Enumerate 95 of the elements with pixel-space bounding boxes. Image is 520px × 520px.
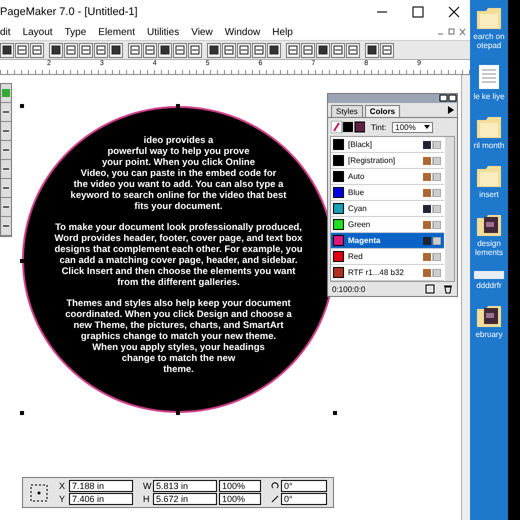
toolbar-button[interactable] [316, 42, 330, 58]
toolbar-button[interactable] [346, 42, 360, 58]
color-row[interactable]: [Black] [331, 137, 444, 153]
palette-tab[interactable]: Colors [364, 105, 400, 117]
height-scale-field[interactable]: 100% [219, 493, 261, 505]
color-row[interactable]: Auto [331, 169, 444, 185]
y-field[interactable]: 7.406 in [69, 493, 133, 505]
toolbar-button[interactable] [30, 42, 44, 58]
height-field[interactable]: 5.672 in [153, 493, 217, 505]
menu-item[interactable]: Utilities [146, 26, 180, 38]
w-label: W [143, 481, 151, 491]
toolbar-button[interactable] [188, 42, 202, 58]
tint-label: Tint: [371, 122, 386, 132]
toolbar-button[interactable] [15, 42, 29, 58]
toolbar-button[interactable] [94, 42, 108, 58]
toolbar-button[interactable] [109, 42, 123, 58]
list-scrollbar[interactable] [445, 137, 454, 281]
desktop-icon-label[interactable]: earch on otepad [471, 32, 507, 50]
skew-icon [271, 495, 279, 503]
y-label: Y [59, 494, 66, 504]
selection-handle[interactable] [20, 104, 24, 108]
menu-item[interactable]: Type [64, 26, 86, 38]
toolbar-button[interactable] [49, 42, 63, 58]
document-icon[interactable] [478, 64, 500, 90]
proxy-icon[interactable] [29, 482, 49, 502]
color-row[interactable]: [Registration] [331, 153, 444, 169]
color-row[interactable]: Cyan [331, 201, 444, 217]
toolbar-button[interactable] [365, 42, 379, 58]
selection-handle[interactable] [20, 411, 24, 415]
menu-item[interactable]: Element [98, 26, 135, 38]
desktop-icon-label[interactable]: le ke liye [471, 92, 507, 101]
color-row[interactable]: Red [331, 249, 444, 265]
menu-item[interactable]: dit [0, 26, 11, 38]
width-scale-field[interactable]: 100% [219, 480, 261, 492]
toolbar-button[interactable] [128, 42, 142, 58]
photo-folder-icon[interactable] [476, 213, 502, 237]
story-paragraph: To make your document look professionally produced, Word provides header, footer, cover page, and text box designs that complement each other. For example, you can add a matching cover page, header, and sidebar. Click Insert and then choose the elements you want from the different galleries. [54, 222, 303, 288]
toolbar-button[interactable] [331, 42, 345, 58]
stroke-fill-icon[interactable] [331, 121, 365, 133]
trash-icon[interactable] [443, 284, 453, 294]
maximize-icon[interactable] [412, 6, 424, 18]
toolbar-button[interactable] [301, 42, 315, 58]
desktop-icon-label[interactable]: ril month [471, 141, 507, 150]
toolbar-button[interactable] [207, 42, 221, 58]
desktop-icon-label[interactable]: design lements [471, 239, 507, 257]
toolbar-button[interactable] [222, 42, 236, 58]
rotate-icon [271, 482, 279, 490]
window-title: PageMaker 7.0 - [Untitled-1] [0, 6, 138, 18]
story-paragraph: Themes and styles also help keep your document coordinated. When you click Design and choose a new Theme, the pictures, charts, and SmartArt graphics change to match your new theme. When you apply styles, your headings change to match the new theme. [64, 298, 293, 375]
h-label: H [143, 494, 150, 504]
menu-item[interactable]: Layout [22, 26, 53, 38]
toolbar-button[interactable] [237, 42, 251, 58]
desktop-icon-label[interactable]: insert [471, 190, 507, 199]
toolbar-button[interactable] [0, 42, 14, 58]
new-color-icon[interactable] [425, 284, 435, 294]
palette-menu-icon[interactable] [448, 106, 454, 114]
selection-handle[interactable] [176, 104, 180, 108]
skew-field[interactable]: 0° [281, 493, 327, 505]
color-values: 0:100:0:0 [332, 284, 366, 294]
x-label: X [59, 481, 66, 491]
dropdown-arrow-icon[interactable] [424, 125, 430, 129]
toolbar-button[interactable] [143, 42, 157, 58]
palette-tab[interactable]: Styles [331, 105, 363, 117]
toolbar-button[interactable] [173, 42, 187, 58]
x-field[interactable]: 7.188 in [69, 480, 133, 492]
tint-field[interactable]: 100% [392, 122, 433, 132]
vertical-scrollbar[interactable] [461, 75, 470, 520]
toolbar-button[interactable] [286, 42, 300, 58]
menu-item[interactable]: View [191, 26, 213, 38]
color-row[interactable]: Magenta [331, 233, 444, 249]
story-paragraph: ideo provides a powerful way to help you prove your point. When you click Online Video, you can paste in the embed code for the video you want to add. You can also type a keyword to search online for the video that best fits your document. [70, 135, 288, 212]
folder-icon[interactable] [476, 164, 502, 188]
desktop-icon-label[interactable]: ddddrfr [471, 281, 507, 290]
width-field[interactable]: 5.813 in [153, 480, 217, 492]
toolbar-button[interactable] [158, 42, 172, 58]
photo-folder-icon[interactable] [476, 304, 502, 328]
color-row[interactable]: Blue [331, 185, 444, 201]
toolbar-button[interactable] [252, 42, 266, 58]
toolbar-button[interactable] [64, 42, 78, 58]
desktop-icon-label[interactable]: ebruary [471, 330, 507, 339]
selection-handle[interactable] [176, 411, 180, 415]
toolbar-button[interactable] [267, 42, 281, 58]
palette-controls-icon[interactable] [439, 94, 457, 102]
selection-handle[interactable] [333, 411, 337, 415]
menu-item[interactable]: Window [224, 26, 260, 38]
toolbar-button[interactable] [79, 42, 93, 58]
document-controls-icon[interactable] [436, 28, 466, 36]
rotation-field[interactable]: 0° [281, 480, 327, 492]
close-icon[interactable] [448, 6, 460, 18]
menu-item[interactable]: Help [272, 26, 293, 38]
folder-icon[interactable] [476, 115, 502, 139]
selection-handle[interactable] [20, 259, 24, 263]
folder-icon[interactable] [476, 6, 502, 30]
toolbar-button[interactable] [380, 42, 394, 58]
color-row[interactable]: RTF r1...48 b32 [331, 265, 444, 281]
